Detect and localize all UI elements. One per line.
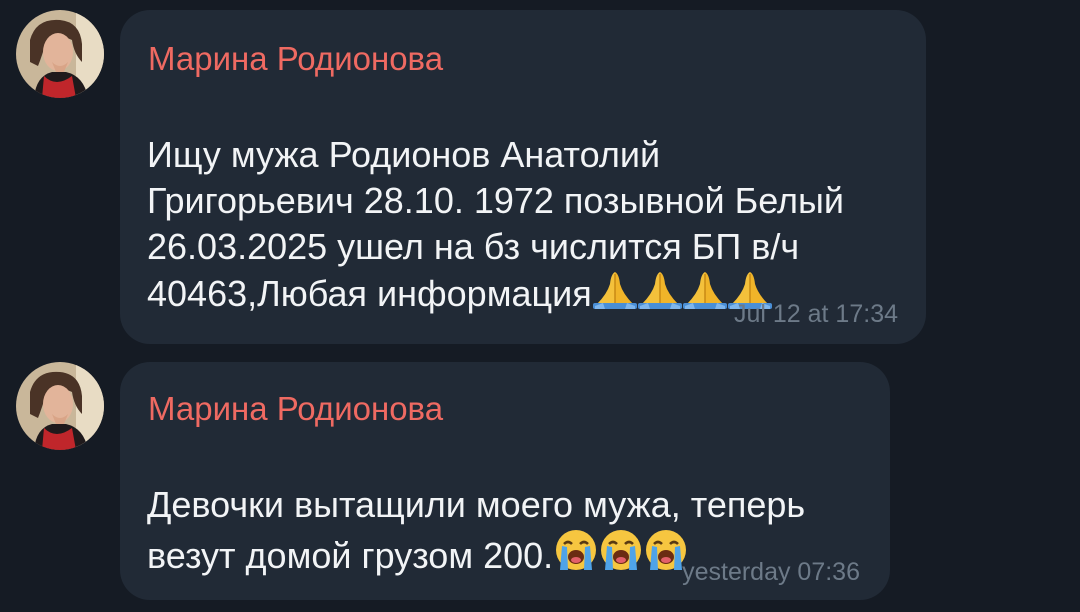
sender-name[interactable]: Марина Родионова: [148, 390, 443, 428]
chat-view: Марина Родионова Ищу мужа Родионов Анато…: [0, 0, 1080, 612]
message-timestamp: yesterday 07:36: [682, 558, 860, 586]
message: Марина Родионова Девочки вытащили моего …: [0, 352, 1080, 602]
loudly-crying-face-emoji: [554, 528, 598, 572]
folded-hands-emoji: [592, 270, 637, 310]
message-timestamp: Jul 12 at 17:34: [733, 300, 898, 328]
folded-hands-emoji: [682, 270, 727, 310]
message-bubble[interactable]: Марина Родионова Ищу мужа Родионов Анато…: [120, 10, 926, 344]
loudly-crying-face-emoji: [599, 528, 643, 572]
avatar[interactable]: [16, 362, 104, 450]
message: Марина Родионова Ищу мужа Родионов Анато…: [0, 0, 1080, 350]
message-text: Ищу мужа Родионов Анатолий Григорьевич 2…: [147, 86, 844, 317]
folded-hands-emoji: [637, 270, 682, 310]
avatar[interactable]: [16, 10, 104, 98]
message-bubble[interactable]: Марина Родионова Девочки вытащили моего …: [120, 362, 890, 600]
sender-name[interactable]: Марина Родионова: [148, 40, 443, 78]
